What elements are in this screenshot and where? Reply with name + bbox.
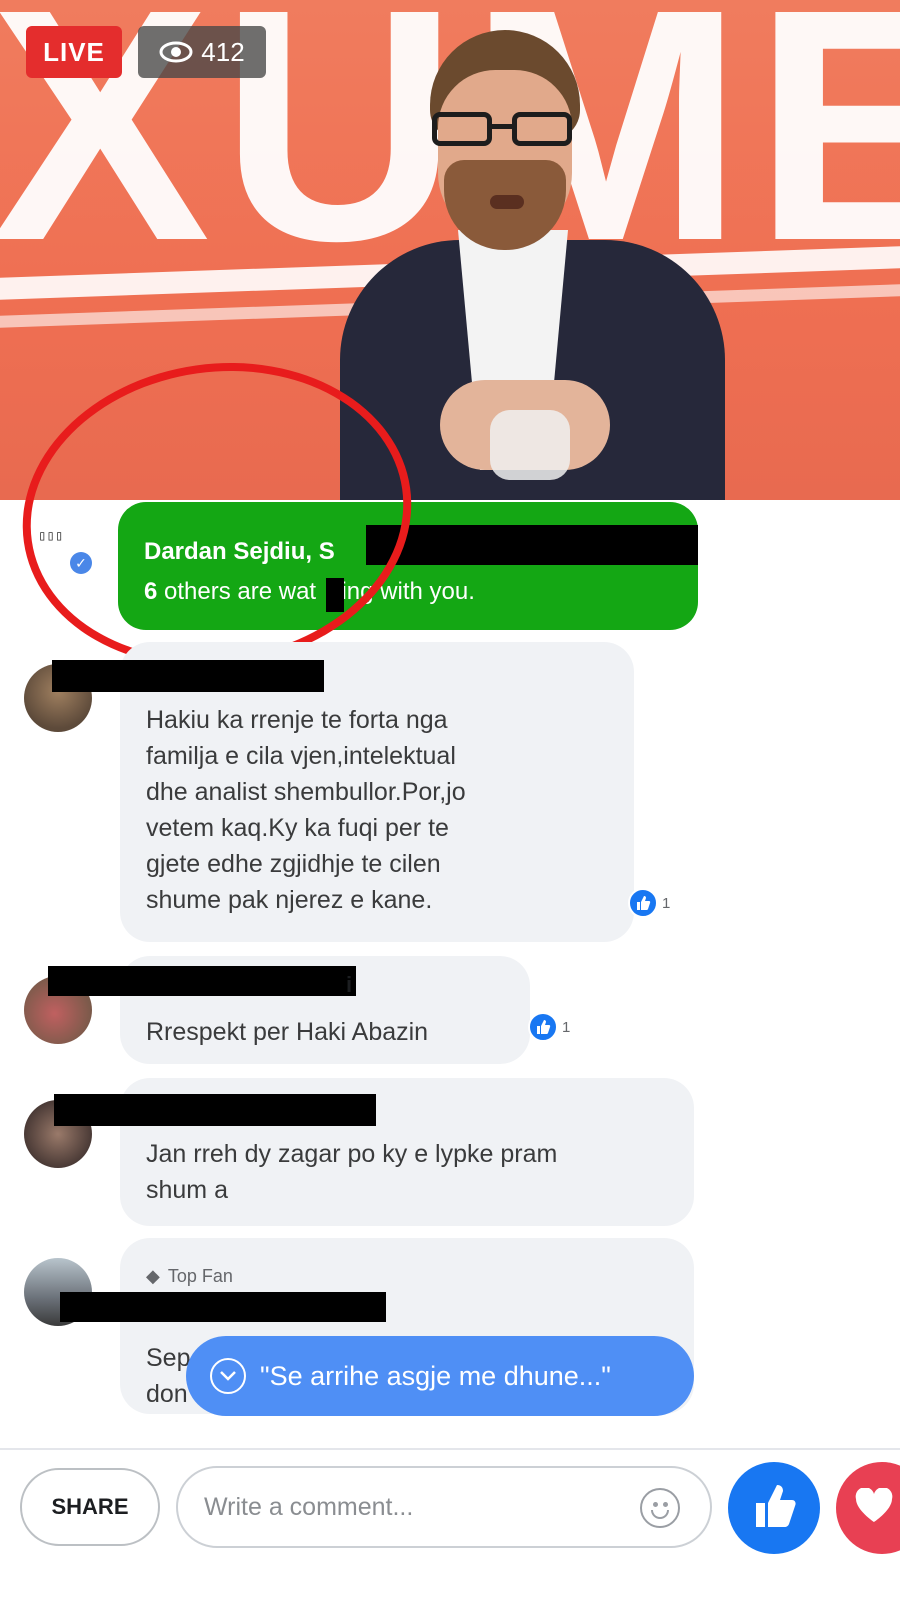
like-button[interactable]: [728, 1462, 820, 1554]
commenter-name-fragment: i: [346, 972, 353, 997]
toast-text: "Se arrihe asgje me dhune...": [260, 1360, 611, 1391]
live-badge: LIVE: [26, 26, 122, 78]
viewer-count: 412: [201, 37, 245, 67]
reaction-count: 1: [662, 894, 671, 912]
new-comment-toast[interactable]: "Se arrihe asgje me dhune...": [186, 1336, 694, 1416]
redaction-bar: [52, 660, 324, 692]
diamond-icon: ◆: [146, 1266, 160, 1286]
comment-reactions[interactable]: 1: [628, 888, 670, 918]
love-button[interactable]: [836, 1462, 900, 1554]
redaction-bar: [60, 1292, 386, 1322]
bottom-divider: [0, 1448, 900, 1450]
eye-icon: [159, 41, 193, 63]
comment-input[interactable]: [176, 1466, 712, 1548]
redaction-bar: [54, 1094, 376, 1126]
redaction-bar: [48, 966, 356, 996]
comment-text: Hakiu ka rrenje te forta nga familja e c…: [146, 706, 466, 914]
glasses: [432, 112, 576, 148]
like-icon: [528, 1012, 558, 1042]
top-fan-badge: ◆ Top Fan: [146, 1258, 694, 1294]
comment-reactions[interactable]: 1: [528, 1012, 570, 1042]
emoji-icon[interactable]: [640, 1488, 680, 1528]
like-icon: [628, 888, 658, 918]
comment-text: Rrespekt per Haki Abazin: [146, 1018, 429, 1046]
share-button[interactable]: SHARE: [20, 1468, 160, 1546]
comment-text: Jan rreh dy zagar po ky e lypke pram shu…: [146, 1140, 558, 1204]
redaction-bar: [366, 525, 698, 565]
viewer-count-badge: 412: [138, 26, 266, 78]
chevron-down-icon: [210, 1358, 246, 1394]
reaction-count: 1: [562, 1018, 571, 1036]
heart-icon: [854, 1486, 894, 1529]
thumbs-up-icon: [750, 1482, 798, 1535]
presenter-figure: [340, 30, 740, 500]
